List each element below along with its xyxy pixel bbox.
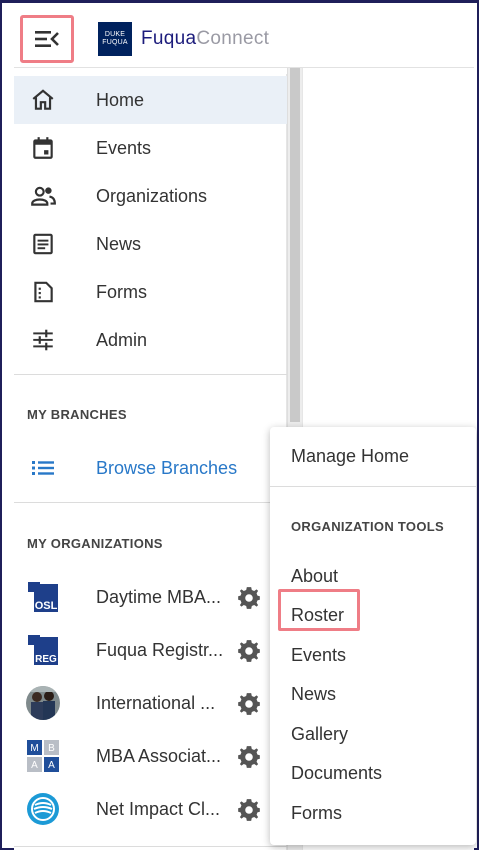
svg-text:REG: REG bbox=[35, 654, 57, 665]
menu-item-about[interactable]: About bbox=[291, 566, 338, 587]
home-icon bbox=[28, 85, 58, 115]
sidebar-item-label: Organizations bbox=[96, 185, 208, 206]
my-organizations-heading: MY ORGANIZATIONS bbox=[27, 536, 163, 551]
svg-text:B: B bbox=[48, 743, 55, 754]
sidebar-item-label: Admin bbox=[96, 329, 148, 350]
manage-home-menu-item[interactable]: Manage Home bbox=[291, 446, 409, 467]
news-icon bbox=[28, 229, 58, 259]
sidebar-scrollbar-thumb[interactable] bbox=[290, 68, 300, 422]
sidebar-item-news[interactable]: News bbox=[14, 220, 287, 268]
sidebar-item-organizations[interactable]: Organizations bbox=[14, 172, 287, 220]
org-item-fuqua-registrar[interactable]: REG Fuqua Registr... bbox=[14, 629, 287, 673]
duke-fuqua-logo[interactable]: DUKE FUQUA bbox=[98, 21, 132, 56]
menu-item-roster[interactable]: Roster bbox=[291, 605, 344, 626]
sidebar-divider bbox=[14, 846, 287, 847]
menu-item-news[interactable]: News bbox=[291, 684, 336, 705]
svg-text:A: A bbox=[48, 760, 55, 771]
sidebar: Home Events Organizations News Forms Adm… bbox=[14, 74, 287, 850]
org-item-daytime-mba[interactable]: OSL Daytime MBA... bbox=[14, 576, 287, 620]
calendar-icon bbox=[28, 133, 58, 163]
sidebar-divider bbox=[14, 374, 287, 375]
sidebar-item-label: Home bbox=[96, 89, 145, 110]
sidebar-divider bbox=[14, 502, 287, 503]
gear-icon[interactable] bbox=[236, 691, 262, 717]
svg-text:M: M bbox=[30, 743, 38, 754]
organization-tools-heading: ORGANIZATION TOOLS bbox=[291, 519, 444, 534]
app-header: DUKE FUQUA FuquaConnect bbox=[14, 10, 474, 68]
popup-divider bbox=[270, 486, 476, 487]
people-icon bbox=[28, 181, 58, 211]
gear-icon[interactable] bbox=[236, 744, 262, 770]
sidebar-item-admin[interactable]: Admin bbox=[14, 316, 287, 364]
browse-branches-link[interactable]: Browse Branches bbox=[14, 446, 287, 490]
sidebar-item-forms[interactable]: Forms bbox=[14, 268, 287, 316]
gear-icon[interactable] bbox=[236, 797, 262, 823]
svg-text:OSL: OSL bbox=[35, 600, 58, 612]
list-icon bbox=[28, 453, 58, 483]
org-avatar-mbaa: M B A A bbox=[26, 739, 60, 773]
sidebar-item-label: Forms bbox=[96, 281, 147, 302]
org-item-net-impact[interactable]: Net Impact Cl... bbox=[14, 788, 287, 832]
collapse-menu-button[interactable] bbox=[20, 14, 74, 63]
sidebar-item-label: Events bbox=[96, 137, 152, 158]
menu-item-forms[interactable]: Forms bbox=[291, 803, 342, 824]
org-avatar-reg: REG bbox=[26, 633, 60, 667]
org-avatar-photo bbox=[26, 686, 60, 720]
org-item-mba-association[interactable]: M B A A MBA Associat... bbox=[14, 735, 287, 779]
organization-popup-menu: Manage Home ORGANIZATION TOOLS About Ros… bbox=[270, 427, 476, 845]
org-item-international[interactable]: International ... bbox=[14, 682, 287, 726]
org-avatar-osl: OSL bbox=[26, 580, 60, 614]
gear-icon[interactable] bbox=[236, 585, 262, 611]
org-avatar-net-impact bbox=[26, 792, 60, 826]
sidebar-item-events[interactable]: Events bbox=[14, 124, 287, 172]
menu-collapse-icon bbox=[35, 30, 59, 47]
my-branches-heading: MY BRANCHES bbox=[27, 407, 127, 422]
menu-item-gallery[interactable]: Gallery bbox=[291, 724, 348, 745]
gear-icon[interactable] bbox=[236, 638, 262, 664]
brand-name[interactable]: FuquaConnect bbox=[141, 28, 269, 50]
sidebar-item-home[interactable]: Home bbox=[14, 76, 287, 124]
sliders-icon bbox=[28, 325, 58, 355]
svg-text:A: A bbox=[31, 760, 38, 771]
menu-item-documents[interactable]: Documents bbox=[291, 763, 382, 784]
sidebar-item-label: News bbox=[96, 233, 142, 254]
browse-branches-label: Browse Branches bbox=[96, 457, 238, 478]
form-icon bbox=[28, 277, 58, 307]
menu-item-events[interactable]: Events bbox=[291, 645, 346, 666]
